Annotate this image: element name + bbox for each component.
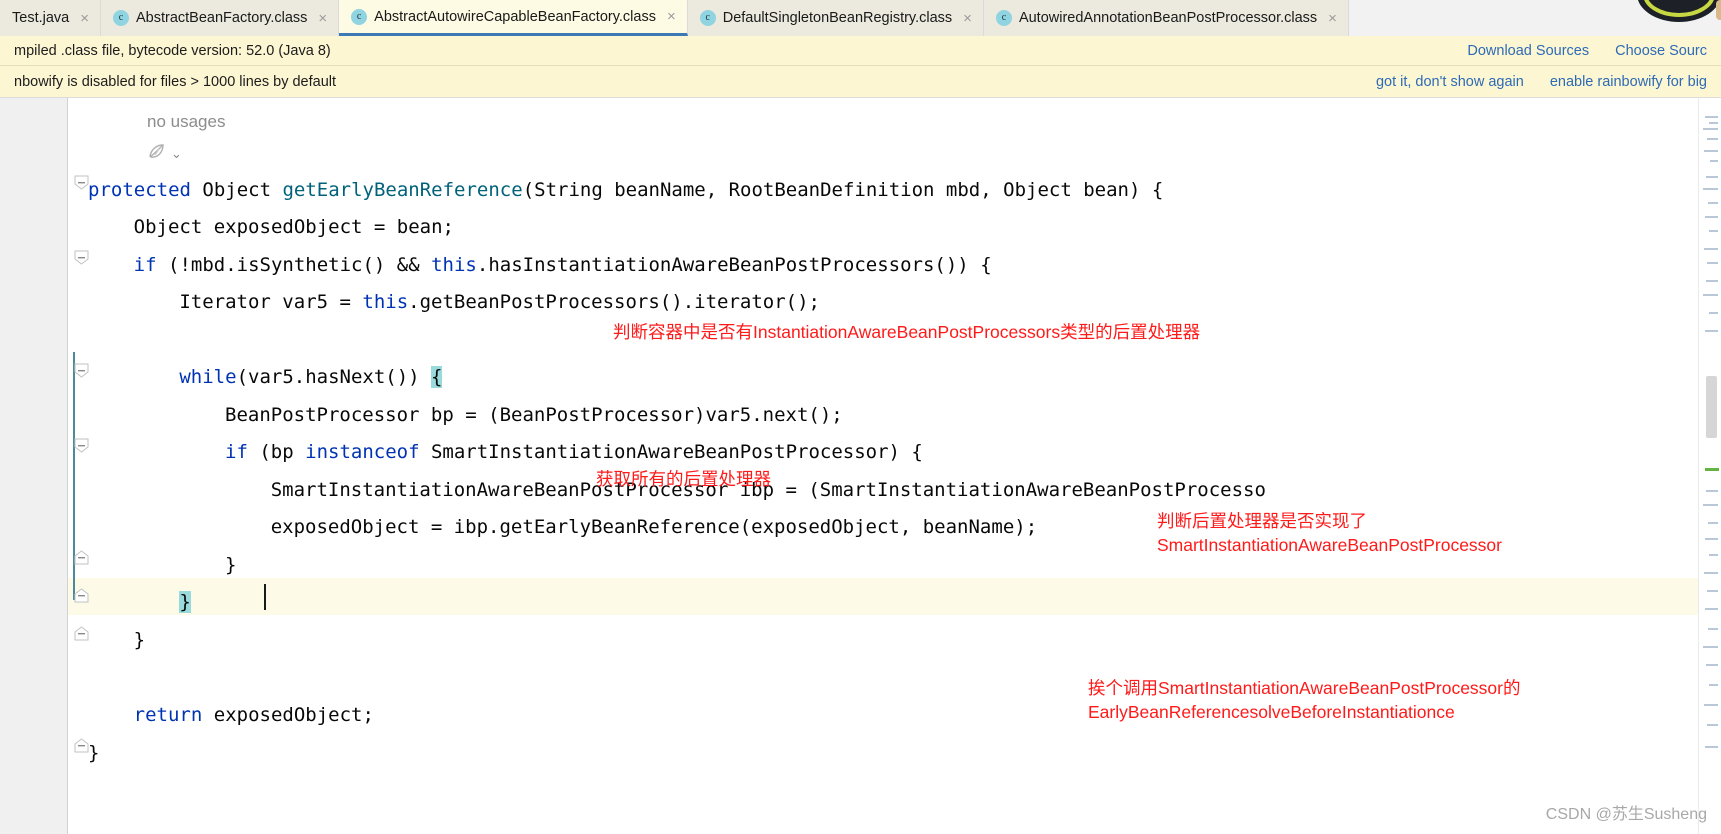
fold-end-marker-icon[interactable] bbox=[74, 738, 89, 753]
tab-abstract-bean-factory[interactable]: c AbstractBeanFactory.class × bbox=[101, 0, 340, 36]
code-line[interactable]: return exposedObject; bbox=[134, 697, 374, 735]
code-line[interactable]: while(var5.hasNext()) { bbox=[179, 359, 443, 397]
code-token: if bbox=[225, 441, 248, 463]
code-editor[interactable]: no usages ⌄ protected Object getEarlyBea… bbox=[0, 98, 1721, 834]
code-token: this bbox=[431, 254, 477, 276]
fold-marker-icon[interactable] bbox=[74, 363, 89, 378]
class-file-icon: c bbox=[351, 8, 368, 25]
minimap-marker[interactable] bbox=[1705, 468, 1719, 471]
fold-marker-icon[interactable] bbox=[74, 175, 89, 190]
close-icon[interactable]: × bbox=[80, 11, 89, 26]
annotation-invoke-each-processor: 挨个调用SmartInstantiationAwareBeanPostProce… bbox=[1088, 678, 1521, 722]
code-token: if bbox=[133, 254, 157, 276]
tab-autowired-annotation-bean-post-processor[interactable]: c AutowiredAnnotationBeanPostProcessor.c… bbox=[983, 0, 1349, 36]
fold-end-marker-icon[interactable] bbox=[74, 626, 89, 641]
enable-rainbowify-link[interactable]: enable rainbowify for big bbox=[1550, 74, 1707, 90]
decompiled-class-actions: Download Sources Choose Sourc bbox=[1467, 43, 1707, 59]
vertical-scrollbar-thumb[interactable] bbox=[1706, 376, 1717, 438]
code-token: Object exposedObject = bean; bbox=[133, 216, 454, 238]
download-sources-link[interactable]: Download Sources bbox=[1467, 43, 1589, 59]
close-icon[interactable]: × bbox=[318, 11, 327, 26]
tab-label: Test.java bbox=[12, 10, 70, 26]
close-icon[interactable]: × bbox=[963, 11, 972, 26]
tab-label: AbstractAutowireCapableBeanFactory.class bbox=[374, 8, 656, 25]
code-token: Object bbox=[202, 179, 283, 201]
close-icon[interactable]: × bbox=[667, 9, 676, 24]
tab-label: AutowiredAnnotationBeanPostProcessor.cla… bbox=[1018, 10, 1318, 26]
text-caret bbox=[264, 584, 266, 610]
tab-label: AbstractBeanFactory.class bbox=[136, 10, 308, 26]
tab-default-singleton-bean-registry[interactable]: c DefaultSingletonBeanRegistry.class × bbox=[687, 0, 984, 36]
code-token: (var5.hasNext()) bbox=[236, 366, 432, 388]
code-token: (String beanName, RootBeanDefinition mbd… bbox=[522, 179, 1164, 201]
code-token: while bbox=[179, 366, 237, 388]
tab-label: DefaultSingletonBeanRegistry.class bbox=[722, 10, 953, 26]
class-file-icon: c bbox=[113, 10, 129, 26]
decompiled-class-message: mpiled .class file, bytecode version: 52… bbox=[14, 42, 331, 59]
code-token: (!mbd.isSynthetic() && bbox=[156, 254, 432, 276]
code-token: exposedObject = ibp.getEarlyBeanReferenc… bbox=[270, 516, 1038, 538]
rainbowify-banner: nbowify is disabled for files > 1000 lin… bbox=[0, 66, 1721, 98]
code-line[interactable]: if (bp instanceof SmartInstantiationAwar… bbox=[225, 434, 923, 472]
class-file-icon: c bbox=[699, 10, 716, 26]
code-line[interactable]: } bbox=[225, 547, 236, 585]
code-token: return bbox=[133, 704, 203, 726]
code-line[interactable]: if (!mbd.isSynthetic() && this.hasInstan… bbox=[134, 247, 992, 285]
decompiled-class-banner: mpiled .class file, bytecode version: 52… bbox=[0, 36, 1721, 66]
code-line[interactable]: } bbox=[88, 735, 99, 773]
annotation-get-all-processors: 获取所有的后置处理器 bbox=[596, 469, 771, 489]
code-token: (bp bbox=[247, 441, 306, 463]
code-line[interactable]: } bbox=[179, 584, 191, 622]
code-token: } bbox=[179, 591, 191, 613]
fold-end-marker-icon[interactable] bbox=[74, 550, 89, 565]
code-token: Iterator var5 = bbox=[179, 291, 363, 313]
editor-gutter[interactable] bbox=[0, 98, 68, 834]
code-token: .getBeanPostProcessors().iterator(); bbox=[408, 291, 820, 313]
choose-sources-link[interactable]: Choose Sourc bbox=[1615, 43, 1707, 59]
editor-tab-bar: Test.java × c AbstractBeanFactory.class … bbox=[0, 0, 1721, 37]
code-token: exposedObject; bbox=[202, 704, 374, 726]
code-token: instanceof bbox=[305, 441, 420, 463]
code-line[interactable]: BeanPostProcessor bp = (BeanPostProcesso… bbox=[225, 397, 843, 435]
gutter-divider bbox=[67, 98, 68, 834]
code-line[interactable]: Object exposedObject = bean; bbox=[134, 209, 454, 247]
webcam-overlay-fragment bbox=[1561, 0, 1721, 30]
code-token: this bbox=[362, 291, 409, 313]
tab-test-java[interactable]: Test.java × bbox=[0, 0, 101, 36]
code-token: } bbox=[225, 554, 237, 576]
got-it-dont-show-again-link[interactable]: got it, don't show again bbox=[1376, 74, 1524, 90]
annotation-check-implements-smart: 判断后置处理器是否实现了 SmartInstantiationAwareBean… bbox=[1157, 511, 1502, 555]
code-token: BeanPostProcessor bp = (BeanPostProcesso… bbox=[225, 404, 843, 426]
close-icon[interactable]: × bbox=[1328, 11, 1337, 26]
tab-abstract-autowire-capable-bean-factory[interactable]: c AbstractAutowireCapableBeanFactory.cla… bbox=[339, 0, 688, 36]
code-line[interactable]: exposedObject = ibp.getEarlyBeanReferenc… bbox=[271, 509, 1037, 547]
fold-marker-icon[interactable] bbox=[74, 438, 89, 453]
code-token: getEarlyBeanReference bbox=[282, 179, 523, 201]
code-token: SmartInstantiationAwareBeanPostProcessor… bbox=[419, 441, 923, 463]
annotation-check-container-processors: 判断容器中是否有InstantiationAwareBeanPostProces… bbox=[613, 322, 1201, 342]
code-token: } bbox=[88, 742, 100, 764]
csdn-watermark: CSDN @苏生Susheng bbox=[1545, 806, 1707, 823]
rainbowify-message: nbowify is disabled for files > 1000 lin… bbox=[14, 73, 337, 90]
code-token: .hasInstantiationAwareBeanPostProcessors… bbox=[476, 254, 992, 276]
code-token: { bbox=[431, 366, 443, 388]
rainbowify-actions: got it, don't show again enable rainbowi… bbox=[1376, 74, 1707, 90]
code-token: } bbox=[133, 629, 146, 651]
editor-minimap[interactable] bbox=[1698, 98, 1721, 834]
code-line[interactable]: } bbox=[134, 622, 145, 660]
code-token: protected bbox=[88, 179, 203, 201]
fold-marker-icon[interactable] bbox=[74, 250, 89, 265]
fold-end-marker-icon[interactable] bbox=[74, 588, 89, 603]
code-line[interactable]: Iterator var5 = this.getBeanPostProcesso… bbox=[179, 284, 820, 322]
code-line[interactable]: protected Object getEarlyBeanReference(S… bbox=[88, 172, 1163, 210]
class-file-icon: c bbox=[995, 10, 1012, 26]
